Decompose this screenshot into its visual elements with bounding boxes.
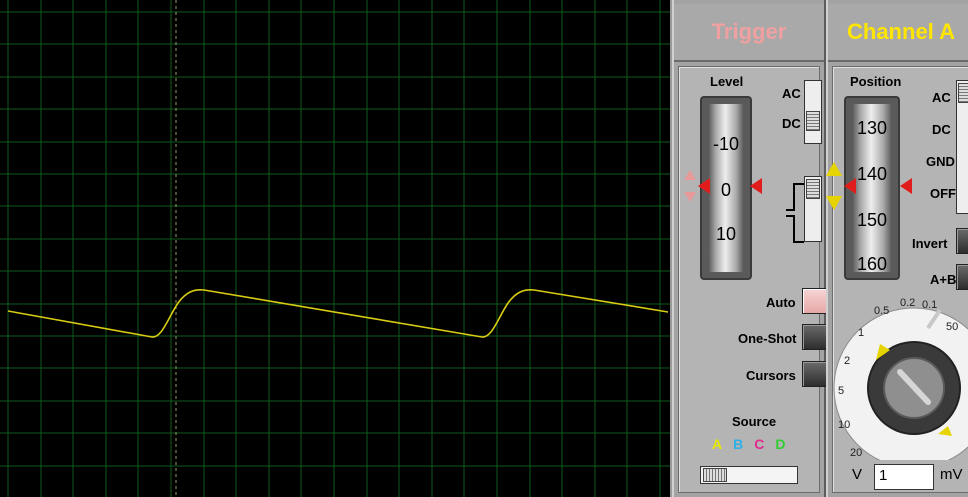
- trigger-ac-label: AC: [782, 86, 801, 101]
- dial-label: 50: [946, 321, 958, 333]
- source-slider-thumb[interactable]: [703, 468, 727, 482]
- oneshot-button[interactable]: [802, 324, 828, 350]
- channel-dc-label: DC: [932, 122, 951, 137]
- position-pointer-left-icon: [844, 178, 856, 194]
- source-b[interactable]: B: [733, 436, 743, 452]
- edge-symbol-icon: [786, 183, 804, 243]
- position-tick-label: 160: [856, 254, 888, 272]
- dial-label: 0.5: [874, 305, 889, 317]
- channel-gnd-label: GND: [926, 154, 955, 169]
- dial-label: 2: [844, 355, 850, 367]
- trigger-title: Trigger: [674, 4, 824, 62]
- level-tick-label: -10: [712, 134, 739, 154]
- waveform-trace: [7, 289, 669, 338]
- channel-coupling-thumb[interactable]: [958, 83, 968, 103]
- dial-label: 0.2: [900, 297, 915, 309]
- position-down-arrow-icon: [826, 196, 842, 210]
- scope-graticule: [0, 0, 670, 497]
- trigger-coupling-thumb[interactable]: [806, 111, 820, 131]
- oscilloscope-screen: [0, 0, 670, 497]
- source-c[interactable]: C: [754, 436, 764, 452]
- unit-right-label: mV: [940, 466, 963, 483]
- channel-a-title: Channel A: [828, 4, 968, 62]
- source-slider[interactable]: [700, 466, 798, 484]
- source-a[interactable]: A: [712, 436, 722, 452]
- position-arrows: [826, 162, 912, 210]
- channel-off-label: OFF: [930, 186, 956, 201]
- level-up-arrow-icon: [684, 170, 696, 180]
- invert-button[interactable]: [956, 228, 968, 254]
- cursors-label: Cursors: [746, 368, 796, 383]
- level-down-arrow-icon: [684, 192, 696, 202]
- position-label: Position: [850, 74, 902, 89]
- dial-label: 5: [838, 385, 844, 397]
- channel-ac-label: AC: [932, 90, 951, 105]
- level-pointer-right-icon: [750, 178, 762, 194]
- dial-label: 20: [850, 447, 862, 459]
- invert-label: Invert: [912, 236, 948, 251]
- position-tick-label: 150: [856, 210, 888, 230]
- trigger-edge-switch[interactable]: [804, 176, 822, 242]
- trigger-dc-label: DC: [782, 116, 801, 131]
- source-d[interactable]: D: [775, 436, 785, 452]
- level-pointer-left-icon: [698, 178, 710, 194]
- source-letters: A B C D: [712, 436, 812, 452]
- auto-button[interactable]: [802, 288, 828, 314]
- position-pointer-right-icon: [900, 178, 912, 194]
- trigger-coupling-switch[interactable]: [804, 80, 822, 144]
- cursors-button[interactable]: [802, 361, 828, 387]
- unit-left-label: V: [852, 466, 863, 483]
- oneshot-label: One-Shot: [738, 331, 797, 346]
- channel-a-section: Channel A Position 130 140 150 160 AC DC…: [826, 0, 968, 497]
- channel-coupling-switch[interactable]: [956, 80, 968, 214]
- dial-label: 1: [858, 327, 864, 339]
- position-up-arrow-icon: [826, 162, 842, 176]
- level-tick-label: 10: [715, 224, 737, 244]
- scale-value-field[interactable]: 1: [874, 464, 934, 490]
- position-tick-label: 130: [856, 118, 888, 138]
- dial-label: 10: [838, 419, 850, 431]
- source-label: Source: [732, 414, 777, 429]
- level-label: Level: [710, 74, 744, 89]
- control-panel: Trigger Level -10 0 10 AC DC Auto One-Sh…: [670, 0, 968, 497]
- trigger-section: Trigger Level -10 0 10 AC DC Auto One-Sh…: [672, 0, 828, 497]
- volts-div-dial[interactable]: 0.5 0.2 0.1 1 2 5 10 20 50: [828, 284, 968, 460]
- level-arrows: [684, 170, 762, 202]
- trigger-edge-thumb[interactable]: [806, 179, 820, 199]
- auto-label: Auto: [766, 295, 796, 310]
- dial-label: 0.1: [922, 299, 937, 311]
